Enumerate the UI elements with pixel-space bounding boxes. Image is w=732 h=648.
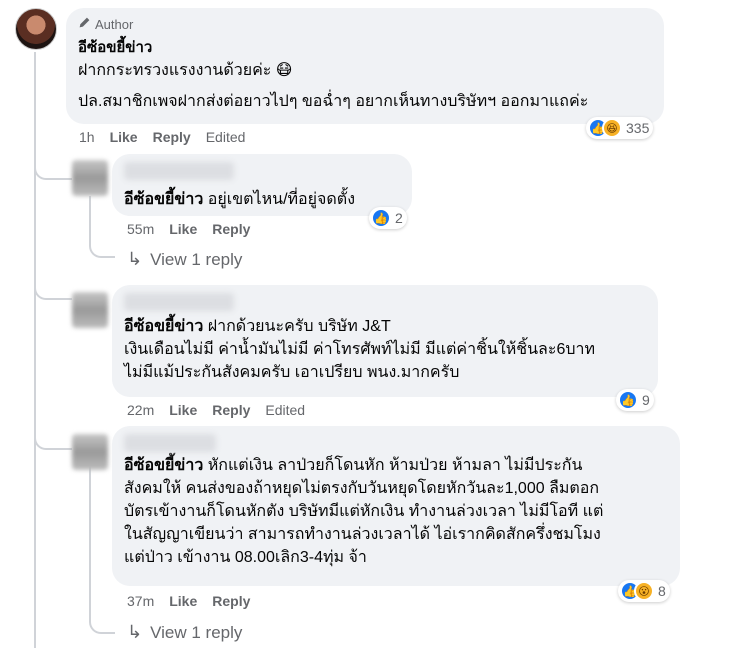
comment-time[interactable]: 37m — [127, 593, 154, 609]
view-replies-label[interactable]: View 1 reply — [150, 250, 242, 270]
commenter-name-blurred — [124, 434, 216, 452]
reply-arrow-icon: ↳ — [127, 249, 143, 269]
like-button[interactable]: Like — [169, 402, 197, 418]
comment-text-line: อีซ้อขยี้ข่าว ฝากด้วยนะครับ บริษัท J&T — [124, 315, 646, 338]
reply-connector — [89, 232, 115, 258]
reaction-count: 2 — [395, 210, 403, 226]
reply-button[interactable]: Reply — [212, 593, 250, 609]
comment-text-line: แต่ป่าว เข้างาน 08.00เลิก3-4ทุ่ม จ้า — [124, 549, 367, 566]
comment-meta: 37m Like Reply — [127, 593, 250, 609]
reaction-summary[interactable]: 👍 9 — [616, 389, 654, 411]
edited-label[interactable]: Edited — [206, 129, 246, 145]
reply-arrow-icon: ↳ — [127, 622, 143, 642]
comment-bubble: อีซ้อขยี้ข่าว หักแต่เงิน ลาป่วยก็โดนหัก … — [112, 426, 680, 586]
edited-label[interactable]: Edited — [265, 402, 305, 418]
reaction-count: 8 — [658, 583, 666, 599]
reply-thread-line — [89, 466, 91, 618]
commenter-name-blurred — [124, 293, 234, 311]
comment-time[interactable]: 22m — [127, 402, 154, 418]
comment-text-body: หักแต่เงิน ลาป่วยก็โดนหัก ห้ามป่วย ห้ามล… — [207, 457, 583, 474]
comment-author-name[interactable]: อีซ้อขยี้ข่าว — [78, 35, 652, 59]
pencil-icon — [78, 16, 91, 32]
mention-link[interactable]: อีซ้อขยี้ข่าว — [124, 318, 203, 335]
thread-connector — [34, 150, 72, 180]
comment-text-line: บัตรเข้างานก็โดนหักตัง บริษัทมีแต่หักเงิ… — [124, 503, 604, 520]
avatar[interactable] — [15, 8, 57, 50]
thread-connector — [34, 420, 72, 450]
reply-button[interactable]: Reply — [153, 129, 191, 145]
author-badge-label: Author — [95, 16, 134, 32]
reply-button[interactable]: Reply — [212, 402, 250, 418]
commenter-name-blurred — [124, 162, 234, 180]
view-replies-label[interactable]: View 1 reply — [150, 623, 242, 643]
thread-line — [34, 52, 36, 648]
comment-bubble: Author อีซ้อขยี้ข่าว ฝากกระทรวงแรงงานด้ว… — [66, 8, 664, 124]
like-reaction-icon: 👍 — [618, 390, 638, 410]
comment-text-body: ฝากด้วยนะครับ บริษัท J&T — [207, 318, 391, 335]
comment-meta: 55m Like Reply — [127, 221, 250, 237]
comment-text-line: ในสัญญาเขียนว่า สามารถทำงานล่วงเวลาได้ ไ… — [124, 526, 601, 543]
comment-time[interactable]: 55m — [127, 221, 154, 237]
reaction-count: 9 — [642, 392, 650, 408]
thread-connector — [34, 270, 72, 300]
reply-button[interactable]: Reply — [212, 221, 250, 237]
haha-reaction-icon: 😆 — [602, 118, 622, 138]
reply-connector — [89, 606, 115, 634]
mention-link[interactable]: อีซ้อขยี้ข่าว — [124, 457, 203, 474]
comment-text-line: ปล.สมาชิกเพจฝากส่งต่อยาวไปๆ ขอฉ่ำๆ อยากเ… — [78, 93, 589, 110]
comment-meta: 1h Like Reply Edited — [79, 129, 245, 145]
reaction-summary[interactable]: 👍 2 — [369, 207, 407, 229]
mention-link[interactable]: อีซ้อขยี้ข่าว — [124, 191, 203, 208]
like-button[interactable]: Like — [169, 221, 197, 237]
author-badge: Author — [78, 16, 652, 32]
comment-bubble: อีซ้อขยี้ข่าว อยู่เขตไหน/ที่อยู่จดตั้ง — [112, 154, 412, 216]
comment-text-line: ไม่มีแม้ประกันสังคมครับ เอาเปรียบ พนง.มา… — [124, 364, 460, 381]
avatar[interactable] — [72, 434, 108, 470]
comment-text-line: เงินเดือนไม่มี ค่าน้ำมันไม่มี ค่าโทรศัพท… — [124, 341, 596, 358]
view-replies-link[interactable]: ↳ View 1 reply — [127, 622, 242, 643]
wow-reaction-icon: 😮 — [634, 581, 654, 601]
comment-text-line: อีซ้อขยี้ข่าว หักแต่เงิน ลาป่วยก็โดนหัก … — [124, 454, 668, 477]
comment-text: อีซ้อขยี้ข่าว อยู่เขตไหน/ที่อยู่จดตั้ง — [124, 188, 400, 211]
avatar[interactable] — [72, 160, 108, 196]
comment-text-line: สังคมให้ คนส่งของถ้าหยุดไม่ตรงกับวันหยุด… — [124, 480, 600, 497]
comment-bubble: อีซ้อขยี้ข่าว ฝากด้วยนะครับ บริษัท J&T เ… — [112, 285, 658, 397]
like-button[interactable]: Like — [110, 129, 138, 145]
reaction-summary[interactable]: 👍 😆 335 — [586, 117, 654, 139]
like-reaction-icon: 👍 — [371, 208, 391, 228]
comment-text-body: อยู่เขตไหน/ที่อยู่จดตั้ง — [207, 191, 356, 208]
comment-time[interactable]: 1h — [79, 129, 95, 145]
avatar[interactable] — [72, 292, 108, 328]
comment-text-line: ฝากกระทรวงแรงงานด้วยค่ะ 😷 — [78, 62, 293, 79]
like-button[interactable]: Like — [169, 593, 197, 609]
view-replies-link[interactable]: ↳ View 1 reply — [127, 249, 242, 270]
reaction-count: 335 — [626, 120, 650, 136]
reaction-summary[interactable]: 👍 😮 8 — [618, 580, 670, 602]
comment-meta: 22m Like Reply Edited — [127, 402, 305, 418]
